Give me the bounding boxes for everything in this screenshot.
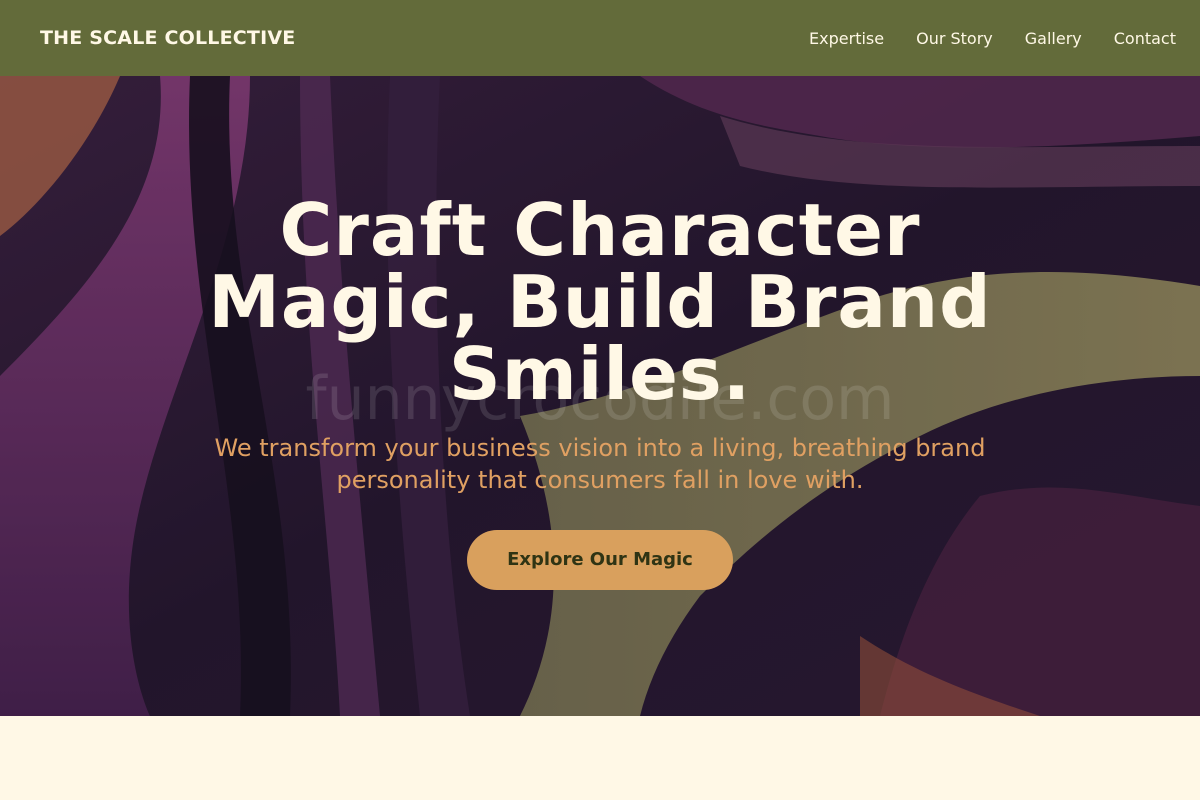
nav-link-gallery[interactable]: Gallery bbox=[1025, 29, 1082, 48]
hero-subheadline: We transform your business vision into a… bbox=[214, 434, 986, 494]
brand-logo-text[interactable]: THE SCALE COLLECTIVE bbox=[40, 27, 295, 49]
nav-link-our-story[interactable]: Our Story bbox=[916, 29, 993, 48]
main-nav: Expertise Our Story Gallery Contact bbox=[809, 29, 1176, 48]
nav-link-contact[interactable]: Contact bbox=[1114, 29, 1176, 48]
hero-headline: Craft Character Magic, Build Brand Smile… bbox=[208, 188, 992, 416]
hero-section: funnycrocodile.com Craft Character Magic… bbox=[0, 76, 1200, 716]
explore-magic-button[interactable]: Explore Our Magic bbox=[467, 530, 733, 590]
top-navigation-bar: THE SCALE COLLECTIVE Expertise Our Story… bbox=[0, 0, 1200, 76]
next-section bbox=[0, 716, 1200, 800]
nav-link-expertise[interactable]: Expertise bbox=[809, 29, 884, 48]
hero-content: Craft Character Magic, Build Brand Smile… bbox=[0, 194, 1200, 590]
